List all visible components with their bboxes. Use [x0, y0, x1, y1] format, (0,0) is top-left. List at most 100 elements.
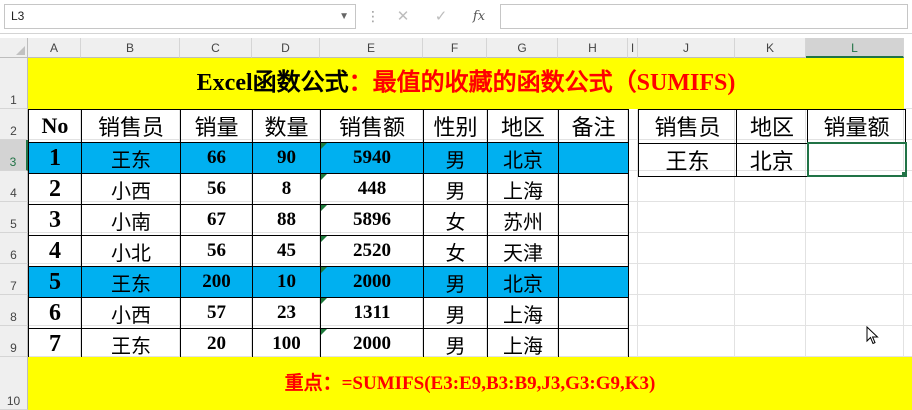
- column-header-b[interactable]: B: [81, 38, 180, 58]
- name-box[interactable]: L3 ▼: [4, 4, 356, 29]
- enter-icon[interactable]: ✓: [426, 4, 456, 29]
- table-cell[interactable]: 57: [180, 297, 253, 329]
- row-header-10[interactable]: 10: [0, 357, 28, 410]
- column-header-f[interactable]: F: [423, 38, 487, 58]
- table-cell[interactable]: 男: [423, 142, 488, 174]
- table-cell[interactable]: 2520: [320, 235, 424, 267]
- table-cell[interactable]: 45: [252, 235, 321, 267]
- table-cell[interactable]: 男: [423, 173, 488, 205]
- row-header-7[interactable]: 7: [0, 264, 28, 295]
- table-cell[interactable]: 23: [252, 297, 321, 329]
- table-cell[interactable]: 1: [28, 142, 82, 174]
- table-cell[interactable]: 女: [423, 235, 488, 267]
- table-cell[interactable]: [558, 235, 629, 267]
- table-cell[interactable]: 6: [28, 297, 82, 329]
- lookup-salesperson-cell[interactable]: 王东: [638, 142, 737, 177]
- table-cell[interactable]: 66: [180, 142, 253, 174]
- header-cell[interactable]: 销量: [180, 109, 253, 143]
- column-header-k[interactable]: K: [735, 38, 806, 58]
- row-header-8[interactable]: 8: [0, 295, 28, 326]
- table-cell[interactable]: 上海: [487, 297, 559, 329]
- table-cell[interactable]: 2000: [320, 328, 424, 360]
- row-header-6[interactable]: 6: [0, 233, 28, 264]
- table-cell[interactable]: 8: [252, 173, 321, 205]
- table-cell[interactable]: 67: [180, 204, 253, 236]
- table-cell[interactable]: 2: [28, 173, 82, 205]
- table-cell[interactable]: [558, 142, 629, 174]
- column-header-a[interactable]: A: [28, 38, 81, 58]
- table-cell[interactable]: 7: [28, 328, 82, 360]
- table-cell[interactable]: 3: [28, 204, 82, 236]
- table-cell[interactable]: 5: [28, 266, 82, 298]
- table-cell[interactable]: 20: [180, 328, 253, 360]
- table-cell[interactable]: 88: [252, 204, 321, 236]
- more-options-icon[interactable]: ⋮: [366, 6, 380, 26]
- table-cell[interactable]: 天津: [487, 235, 559, 267]
- table-cell[interactable]: 4: [28, 235, 82, 267]
- column-header-i[interactable]: I: [628, 38, 638, 58]
- table-cell[interactable]: 男: [423, 297, 488, 329]
- table-cell[interactable]: 苏州: [487, 204, 559, 236]
- select-all-button[interactable]: [0, 38, 28, 58]
- header-cell[interactable]: 备注: [558, 109, 629, 143]
- table-cell[interactable]: [558, 204, 629, 236]
- table-cell[interactable]: 王东: [81, 266, 181, 298]
- header-cell[interactable]: 数量: [252, 109, 321, 143]
- lookup-header-cell[interactable]: 销售员: [638, 109, 737, 144]
- column-header-g[interactable]: G: [487, 38, 558, 58]
- table-cell[interactable]: 10: [252, 266, 321, 298]
- column-header-l[interactable]: L: [806, 38, 904, 58]
- table-cell[interactable]: 小西: [81, 173, 181, 205]
- lookup-region-cell[interactable]: 北京: [736, 142, 808, 177]
- table-cell[interactable]: 5940: [320, 142, 424, 174]
- header-cell[interactable]: 销售额: [320, 109, 424, 143]
- table-cell[interactable]: 200: [180, 266, 253, 298]
- header-cell[interactable]: No: [28, 109, 82, 143]
- row-header-4[interactable]: 4: [0, 171, 28, 202]
- column-header-e[interactable]: E: [320, 38, 423, 58]
- table-cell[interactable]: 小南: [81, 204, 181, 236]
- table-cell[interactable]: 王东: [81, 142, 181, 174]
- chevron-down-icon[interactable]: ▼: [339, 5, 349, 28]
- table-cell[interactable]: [558, 266, 629, 298]
- table-cell[interactable]: 王东: [81, 328, 181, 360]
- table-cell[interactable]: 女: [423, 204, 488, 236]
- table-cell[interactable]: 1311: [320, 297, 424, 329]
- row-header-3[interactable]: 3: [0, 140, 28, 171]
- row-header-9[interactable]: 9: [0, 326, 28, 357]
- table-cell[interactable]: 5896: [320, 204, 424, 236]
- lookup-header-cell[interactable]: 地区: [736, 109, 808, 144]
- lookup-header-cell[interactable]: 销量额: [807, 109, 906, 144]
- table-cell[interactable]: 小北: [81, 235, 181, 267]
- insert-function-icon[interactable]: fx: [464, 4, 494, 29]
- table-cell[interactable]: [558, 173, 629, 205]
- header-cell[interactable]: 性别: [423, 109, 488, 143]
- header-cell[interactable]: 地区: [487, 109, 559, 143]
- table-cell[interactable]: 56: [180, 173, 253, 205]
- table-cell[interactable]: 448: [320, 173, 424, 205]
- column-header-j[interactable]: J: [638, 38, 735, 58]
- table-cell[interactable]: 2000: [320, 266, 424, 298]
- column-header-d[interactable]: D: [252, 38, 320, 58]
- table-cell[interactable]: 小西: [81, 297, 181, 329]
- header-cell[interactable]: 销售员: [81, 109, 181, 143]
- cancel-icon[interactable]: ✕: [388, 4, 418, 29]
- table-cell[interactable]: [558, 297, 629, 329]
- table-cell[interactable]: 90: [252, 142, 321, 174]
- table-cell[interactable]: 男: [423, 266, 488, 298]
- row-header-2[interactable]: 2: [0, 109, 28, 140]
- table-cell[interactable]: 56: [180, 235, 253, 267]
- table-cell[interactable]: 北京: [487, 142, 559, 174]
- column-header-h[interactable]: H: [558, 38, 628, 58]
- table-cell[interactable]: 上海: [487, 328, 559, 360]
- row-header-1[interactable]: 1: [0, 58, 28, 109]
- formula-input[interactable]: [500, 4, 908, 29]
- column-header-c[interactable]: C: [180, 38, 252, 58]
- table-cell[interactable]: 北京: [487, 266, 559, 298]
- table-cell[interactable]: 上海: [487, 173, 559, 205]
- row-header-5[interactable]: 5: [0, 202, 28, 233]
- table-cell[interactable]: [558, 328, 629, 360]
- active-cell-l3[interactable]: [806, 142, 907, 177]
- table-cell[interactable]: 100: [252, 328, 321, 360]
- table-cell[interactable]: 男: [423, 328, 488, 360]
